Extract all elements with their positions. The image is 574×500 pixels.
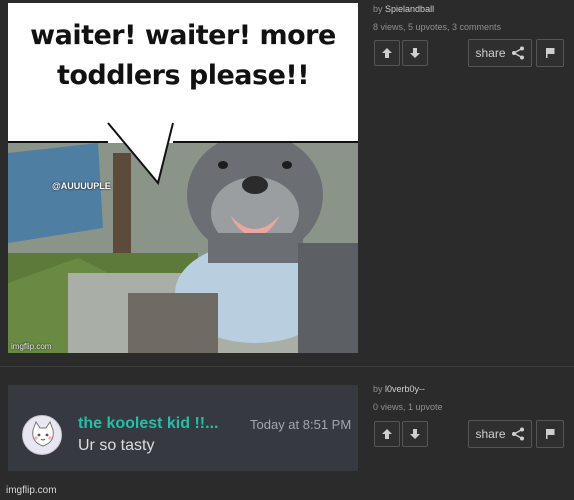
- downvote-button[interactable]: [402, 40, 428, 66]
- speech-bubble-tail: [8, 122, 358, 186]
- share-button[interactable]: share: [468, 420, 532, 448]
- cat-avatar-icon: [32, 420, 54, 447]
- flag-icon: [546, 429, 555, 439]
- post-meta: by l0verb0y-- 0 views, 1 upvote: [373, 384, 443, 412]
- share-label: share: [475, 427, 506, 441]
- image-watermark: imgflip.com: [6, 485, 57, 496]
- flag-button[interactable]: [536, 39, 564, 67]
- flag-icon: [546, 48, 555, 58]
- arrow-up-icon: [382, 48, 392, 58]
- post-stats: 0 views, 1 upvote: [373, 402, 443, 412]
- author-prefix: by: [373, 384, 383, 394]
- share-icon: [511, 427, 524, 441]
- upvote-button[interactable]: [374, 40, 400, 66]
- author-line: by Spielandball: [373, 4, 501, 14]
- arrow-up-icon: [382, 429, 392, 439]
- image-watermark: imgflip.com: [11, 342, 52, 351]
- chat-message: Ur so tasty: [78, 437, 155, 454]
- post-stats: 8 views, 5 upvotes, 3 comments: [373, 22, 502, 32]
- meme-post: the koolest kid !!... Today at 8:51 PM U…: [0, 367, 574, 500]
- image-tag: @AUUUUPLE: [52, 181, 111, 191]
- author-line: by l0verb0y--: [373, 384, 443, 394]
- share-icon: [511, 46, 524, 60]
- arrow-down-icon: [410, 429, 420, 439]
- flag-button[interactable]: [536, 420, 564, 448]
- downvote-button[interactable]: [402, 421, 428, 447]
- author-link[interactable]: Spielandball: [385, 4, 434, 14]
- chat-username: the koolest kid !!...: [78, 415, 219, 432]
- meme-image[interactable]: the koolest kid !!... Today at 8:51 PM U…: [8, 385, 358, 471]
- meme-image[interactable]: waiter! waiter! more toddlers please!! @…: [8, 3, 358, 353]
- upvote-button[interactable]: [374, 421, 400, 447]
- post-meta: by Spielandball 8 views, 5 upvotes, 3 co…: [373, 4, 501, 32]
- chat-timestamp: Today at 8:51 PM: [250, 417, 352, 432]
- avatar: [22, 415, 62, 455]
- share-label: share: [475, 46, 506, 60]
- arrow-down-icon: [410, 48, 420, 58]
- share-button[interactable]: share: [468, 39, 532, 67]
- author-prefix: by: [373, 4, 383, 14]
- author-link[interactable]: l0verb0y--: [385, 384, 425, 394]
- meme-post: waiter! waiter! more toddlers please!! @…: [0, 0, 574, 366]
